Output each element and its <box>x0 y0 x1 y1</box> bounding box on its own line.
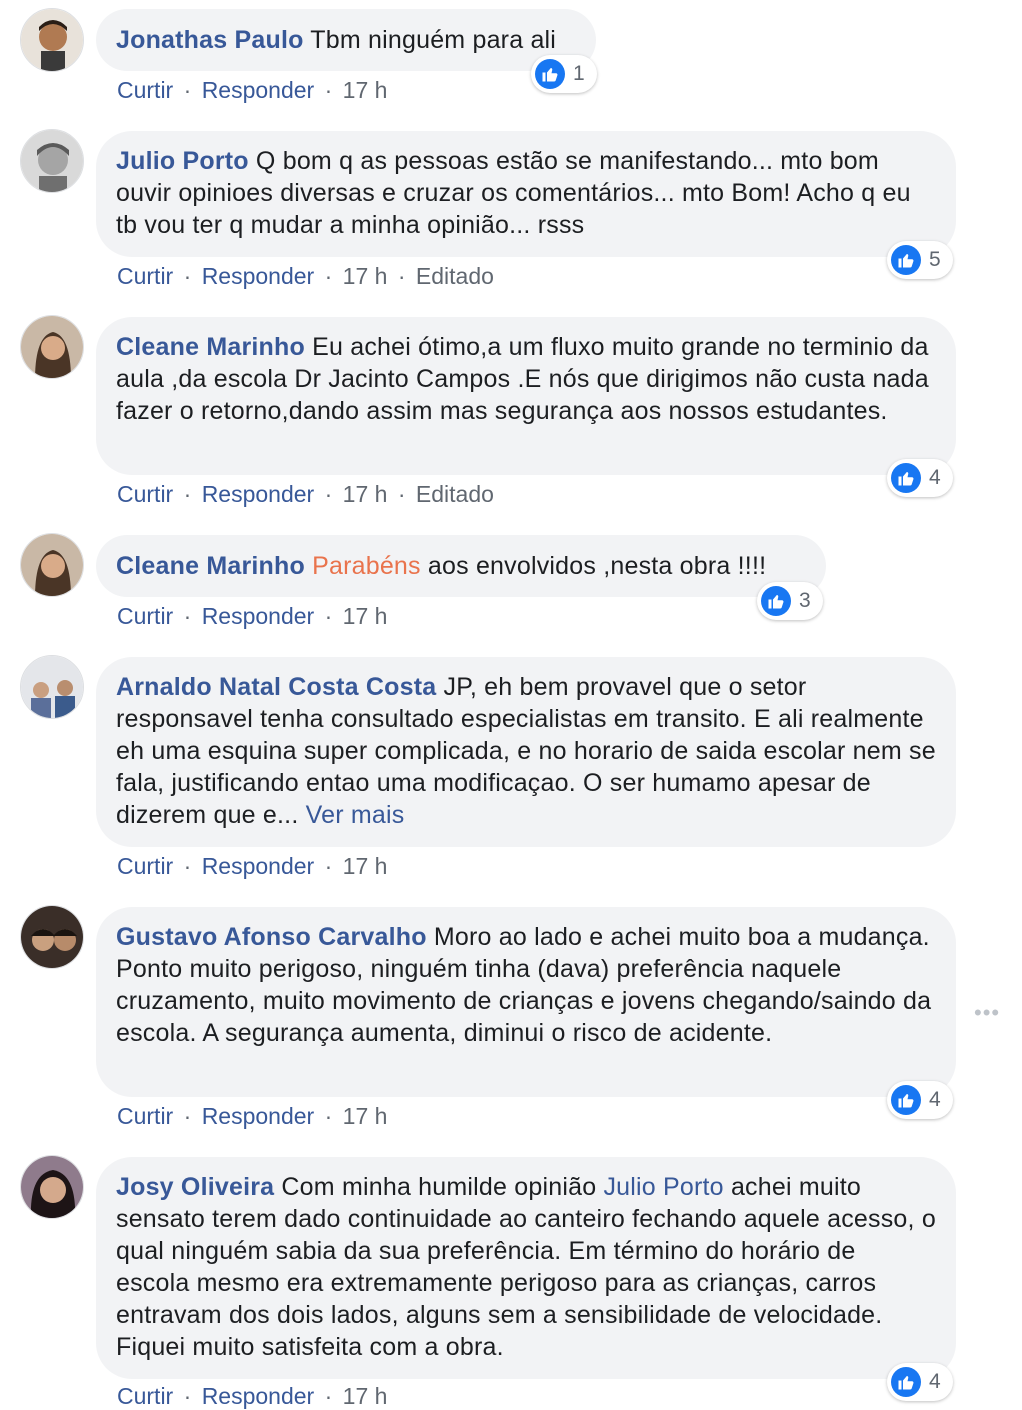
like-button[interactable]: Curtir <box>117 263 173 289</box>
more-options-icon[interactable]: ••• <box>974 1000 1000 1026</box>
separator: · <box>324 263 333 289</box>
comment-text: Com minha humilde opinião <box>281 1173 597 1201</box>
reaction-count: 4 <box>929 466 941 489</box>
reply-button[interactable]: Responder <box>202 1383 315 1409</box>
timestamp[interactable]: 17 h <box>343 481 388 507</box>
comment-author[interactable]: Cleane Marinho <box>116 333 305 361</box>
reply-button[interactable]: Responder <box>202 263 315 289</box>
separator: · <box>183 1383 192 1409</box>
reactions[interactable]: 4 <box>887 1081 953 1119</box>
comment-actions: Curtir · Responder · 17 h <box>117 603 387 630</box>
comment-bubble: Cleane Marinho Parabéns aos envolvidos ,… <box>96 535 826 597</box>
mention-link[interactable]: Julio Porto <box>603 1173 723 1201</box>
separator: · <box>183 481 192 507</box>
like-icon <box>535 59 565 89</box>
timestamp[interactable]: 17 h <box>343 77 388 103</box>
comment-bubble: Arnaldo Natal Costa Costa JP, eh bem pro… <box>96 657 956 847</box>
separator: · <box>183 263 192 289</box>
reply-button[interactable]: Responder <box>202 853 315 879</box>
avatar[interactable] <box>20 1155 84 1219</box>
avatar[interactable] <box>20 533 84 597</box>
like-icon <box>891 1367 921 1397</box>
like-button[interactable]: Curtir <box>117 481 173 507</box>
comment-author[interactable]: Jonathas Paulo <box>116 26 304 54</box>
comment-author[interactable]: Josy Oliveira <box>116 1173 274 1201</box>
timestamp[interactable]: 17 h <box>343 1103 388 1129</box>
separator: · <box>324 481 333 507</box>
like-button[interactable]: Curtir <box>117 1103 173 1129</box>
timestamp[interactable]: 17 h <box>343 853 388 879</box>
comment-text: aos envolvidos ,nesta obra !!!! <box>427 552 767 580</box>
comment-bubble: Gustavo Afonso Carvalho Moro ao lado e a… <box>96 907 956 1097</box>
comment-author[interactable]: Julio Porto <box>116 147 249 175</box>
comment-bubble: Cleane Marinho Eu achei ótimo,a um fluxo… <box>96 317 956 475</box>
like-button[interactable]: Curtir <box>117 1383 173 1409</box>
reactions[interactable]: 4 <box>887 1363 953 1401</box>
comment-text: Tbm ninguém para ali <box>310 26 557 54</box>
separator: · <box>324 1103 333 1129</box>
comment-actions: Curtir · Responder · 17 h · Editado <box>117 263 494 290</box>
reaction-count: 1 <box>573 62 585 85</box>
separator: · <box>183 77 192 103</box>
highlighted-word[interactable]: Parabéns <box>312 552 421 580</box>
comment-author[interactable]: Arnaldo Natal Costa Costa <box>116 673 436 701</box>
comment-actions: Curtir · Responder · 17 h <box>117 1103 387 1130</box>
separator: · <box>183 853 192 879</box>
separator: · <box>324 77 333 103</box>
reaction-count: 4 <box>929 1088 941 1111</box>
reactions[interactable]: 5 <box>887 241 953 279</box>
reply-button[interactable]: Responder <box>202 1103 315 1129</box>
reaction-count: 4 <box>929 1370 941 1393</box>
reply-button[interactable]: Responder <box>202 481 315 507</box>
comment-actions: Curtir · Responder · 17 h <box>117 853 387 880</box>
avatar[interactable] <box>20 315 84 379</box>
comment-actions: Curtir · Responder · 17 h <box>117 77 387 104</box>
timestamp[interactable]: 17 h <box>343 1383 388 1409</box>
comment-bubble: Jonathas Paulo Tbm ninguém para ali <box>96 9 596 71</box>
avatar[interactable] <box>20 905 84 969</box>
like-icon <box>761 586 791 616</box>
separator: · <box>324 853 333 879</box>
timestamp[interactable]: 17 h <box>343 263 388 289</box>
timestamp[interactable]: 17 h <box>343 603 388 629</box>
reactions[interactable]: 4 <box>887 459 953 497</box>
separator: · <box>183 1103 192 1129</box>
like-icon <box>891 463 921 493</box>
reactions[interactable]: 1 <box>531 55 597 93</box>
reaction-count: 5 <box>929 248 941 271</box>
comment-actions: Curtir · Responder · 17 h <box>117 1383 387 1410</box>
avatar[interactable] <box>20 8 84 72</box>
separator: · <box>324 603 333 629</box>
separator: · <box>183 603 192 629</box>
separator: · <box>397 263 406 289</box>
like-icon <box>891 1085 921 1115</box>
like-icon <box>891 245 921 275</box>
edited-label[interactable]: Editado <box>416 263 494 289</box>
reply-button[interactable]: Responder <box>202 77 315 103</box>
comment-actions: Curtir · Responder · 17 h · Editado <box>117 481 494 508</box>
comment-author[interactable]: Gustavo Afonso Carvalho <box>116 923 427 951</box>
reaction-count: 3 <box>799 589 811 612</box>
comment-bubble: Julio Porto Q bom q as pessoas estão se … <box>96 131 956 257</box>
like-button[interactable]: Curtir <box>117 77 173 103</box>
separator: · <box>397 481 406 507</box>
like-button[interactable]: Curtir <box>117 853 173 879</box>
comment-author[interactable]: Cleane Marinho <box>116 552 305 580</box>
reactions[interactable]: 3 <box>757 582 823 620</box>
separator: · <box>324 1383 333 1409</box>
avatar[interactable] <box>20 655 84 719</box>
like-button[interactable]: Curtir <box>117 603 173 629</box>
edited-label[interactable]: Editado <box>416 481 494 507</box>
comment-text: achei muito sensato terem dado continuid… <box>116 1173 936 1361</box>
reply-button[interactable]: Responder <box>202 603 315 629</box>
comment-bubble: Josy Oliveira Com minha humilde opinião … <box>96 1157 956 1379</box>
avatar[interactable] <box>20 129 84 193</box>
see-more-link[interactable]: Ver mais <box>306 801 405 829</box>
